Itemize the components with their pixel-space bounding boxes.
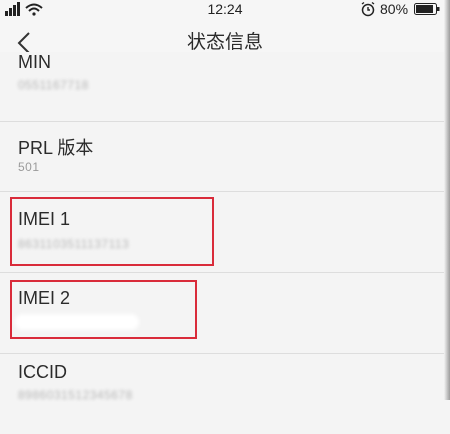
imei-1-label: IMEI 1 xyxy=(18,209,71,229)
prl-version-value: 501 xyxy=(18,160,40,174)
list-item-imei-2[interactable]: IMEI 2 xyxy=(0,273,450,354)
min-value: 0551167718 xyxy=(18,78,89,92)
battery-icon xyxy=(414,3,440,15)
screen-edge-shadow xyxy=(444,0,450,400)
list-item-min[interactable]: MIN 0551167718 xyxy=(0,52,450,122)
list-item-imei-1[interactable]: IMEI 1 8631103511137113 xyxy=(0,192,450,273)
battery-percent: 80% xyxy=(380,1,409,17)
alarm-icon xyxy=(361,1,375,17)
imei-1-value: 8631103511137113 xyxy=(18,237,130,251)
iccid-label: ICCID xyxy=(18,362,67,382)
list-item-iccid[interactable]: ICCID 8986031512345678 xyxy=(0,354,450,434)
status-bar: 12:24 80% xyxy=(0,0,450,20)
prl-version-label: PRL 版本 xyxy=(18,138,94,158)
imei-2-value-redacted xyxy=(18,317,136,327)
min-label: MIN xyxy=(18,52,51,72)
imei-2-label: IMEI 2 xyxy=(18,288,71,308)
list-item-prl-version[interactable]: PRL 版本 501 xyxy=(0,122,450,192)
